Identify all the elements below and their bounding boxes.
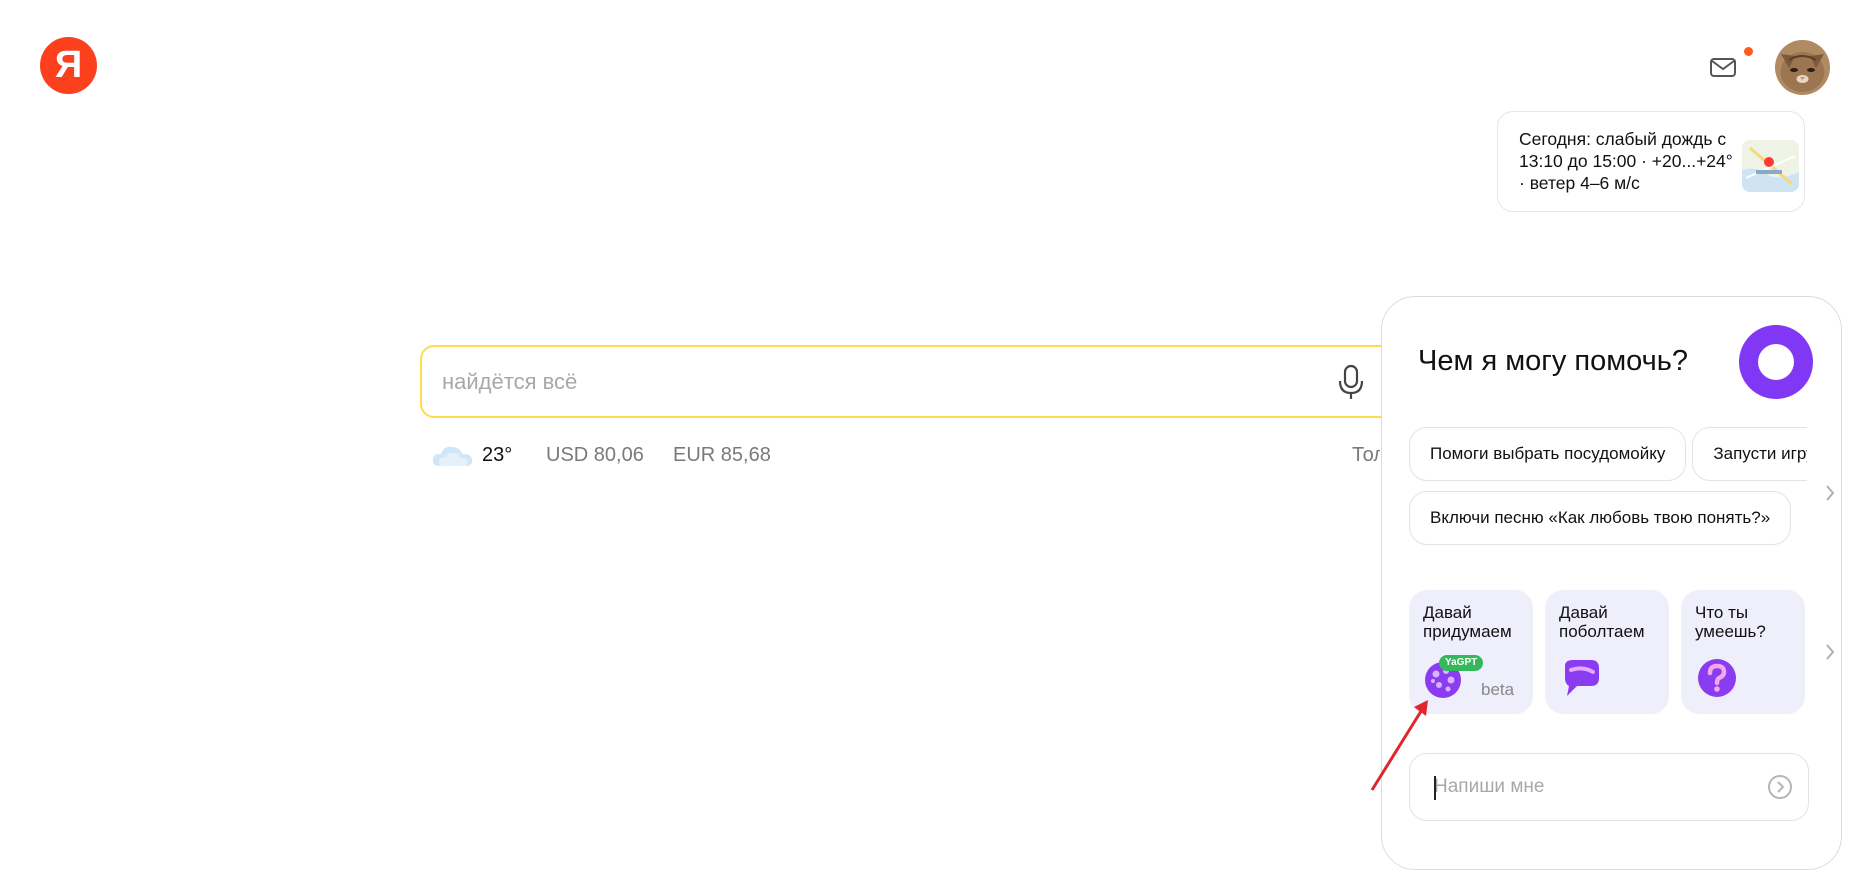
weather-widget[interactable]: 23° (430, 440, 512, 470)
send-button[interactable] (1767, 774, 1793, 800)
weather-map-thumbnail (1742, 140, 1799, 192)
microphone-icon (1338, 364, 1364, 399)
yagpt-badge: YaGPT (1439, 655, 1484, 671)
text-caret (1434, 776, 1436, 800)
search-input[interactable] (442, 347, 1302, 416)
notification-dot (1744, 47, 1753, 56)
beta-tag: beta (1481, 680, 1515, 699)
alice-logo-icon[interactable] (1739, 325, 1813, 399)
alice-assistant-panel: Чем я могу помочь? Помоги выбрать посудо… (1381, 296, 1842, 870)
chat-input[interactable] (1434, 754, 1754, 820)
skills-carousel: Давай придумаем YaGPT beta Давай поболта… (1409, 590, 1811, 714)
skill-label: Что ты умеешь? (1695, 603, 1766, 641)
avatar[interactable] (1775, 40, 1830, 95)
suggestion-chip[interactable]: Запусти игру (1692, 427, 1807, 481)
skill-card-create[interactable]: Давай придумаем YaGPT beta (1409, 590, 1533, 714)
skill-card-chat[interactable]: Давай поболтаем (1545, 590, 1669, 714)
suggestion-row: Помоги выбрать посудомойку Запусти игру (1409, 427, 1807, 481)
yandex-logo[interactable]: Я (40, 37, 97, 94)
eur-rate[interactable]: EUR 85,68 (673, 444, 771, 467)
mail-button[interactable] (1706, 50, 1740, 84)
skill-label: Давай придумаем (1423, 603, 1512, 641)
assistant-title: Чем я могу помочь? (1418, 345, 1689, 377)
temperature: 23° (482, 443, 513, 466)
send-arrow-icon (1768, 775, 1792, 799)
suggestion-chip[interactable]: Помоги выбрать посудомойку (1409, 427, 1687, 481)
cloud-icon (432, 446, 473, 466)
page: Я Сегодня: слабый дождь с 13:10 до 15:00… (0, 0, 1866, 891)
chevron-right-icon[interactable] (1822, 483, 1838, 503)
suggestion-chip[interactable]: Включи песню «Как любовь твою понять?» (1409, 491, 1792, 545)
search-box (420, 345, 1420, 418)
truncated-link[interactable]: Тол (1352, 444, 1380, 467)
chat-bubble-icon (1565, 660, 1599, 696)
weather-forecast-text: Сегодня: слабый дождь с 13:10 до 15:00 ·… (1519, 129, 1733, 193)
user-avatar-cat (1775, 40, 1830, 95)
question-icon (1698, 659, 1736, 697)
usd-rate[interactable]: USD 80,06 (546, 444, 644, 467)
skill-label: Давай поболтаем (1559, 603, 1645, 641)
skill-card-abilities[interactable]: Что ты умеешь? (1681, 590, 1805, 714)
mail-icon (1710, 58, 1736, 77)
weather-forecast-card[interactable]: Сегодня: слабый дождь с 13:10 до 15:00 ·… (1497, 111, 1805, 212)
logo-letter: Я (54, 44, 83, 86)
voice-search-button[interactable] (1334, 363, 1368, 401)
chevron-right-icon[interactable] (1822, 642, 1838, 662)
chat-input-box (1409, 753, 1809, 821)
